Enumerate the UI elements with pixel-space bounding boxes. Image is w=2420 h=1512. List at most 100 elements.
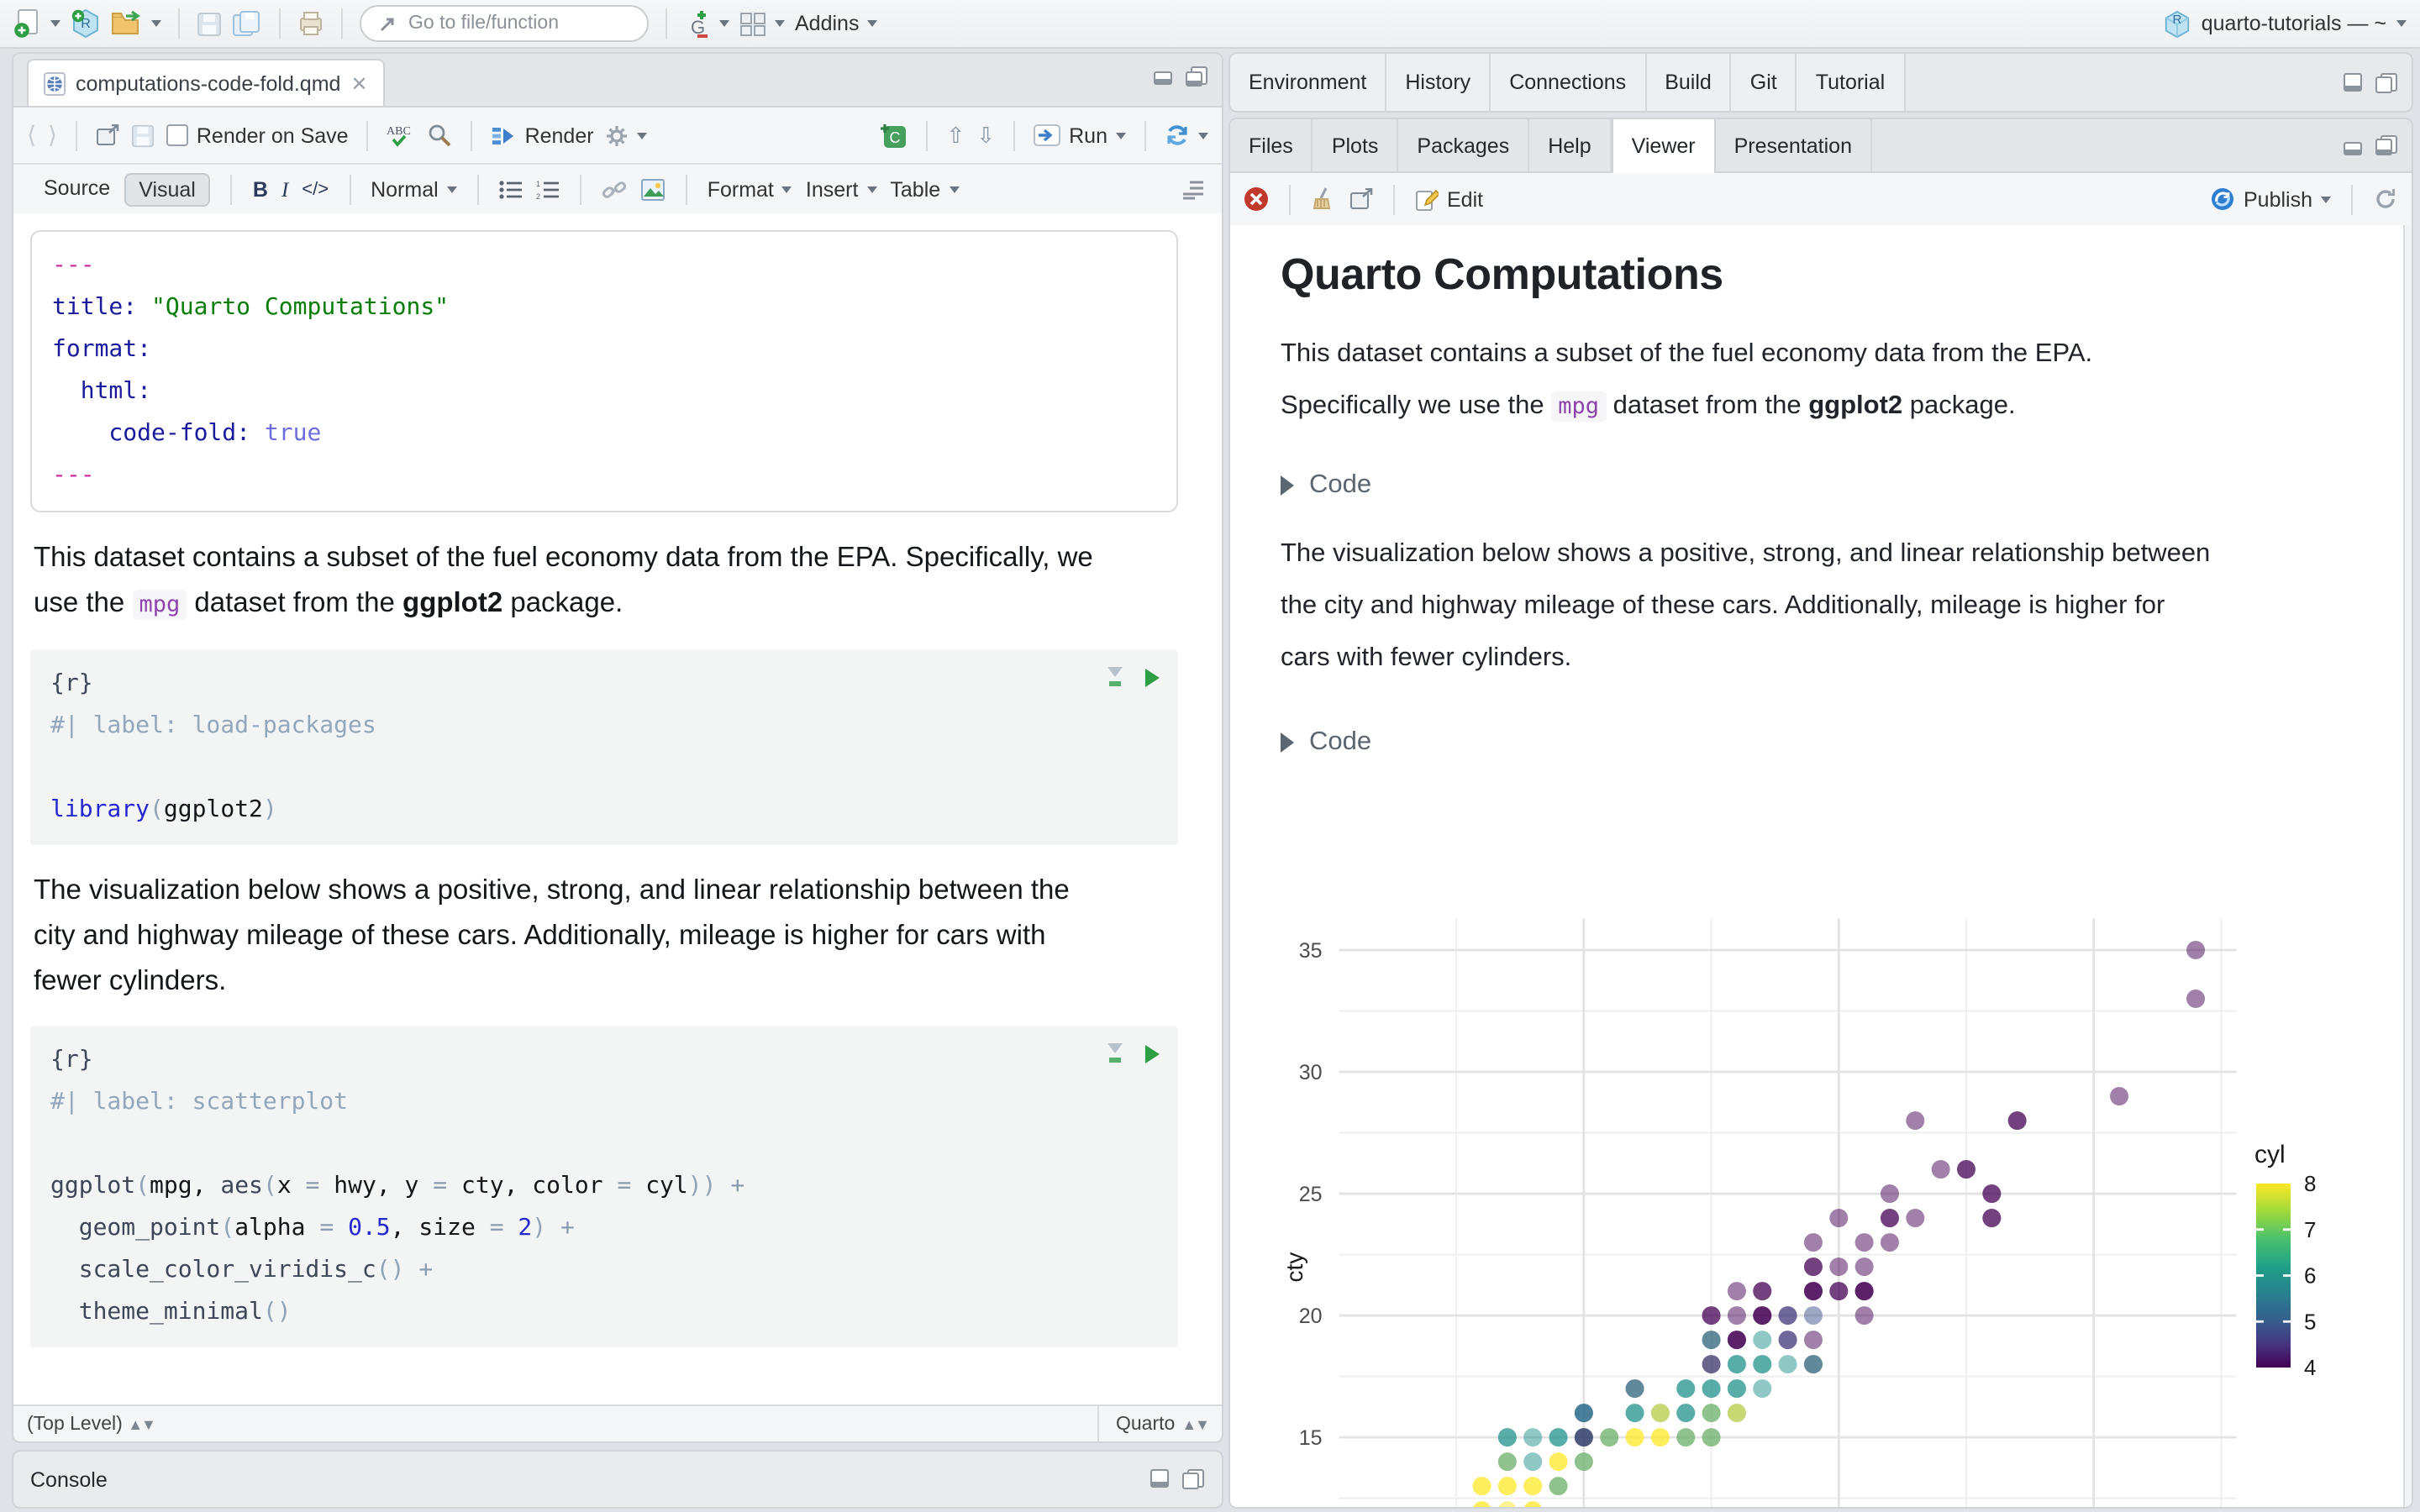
run-chunks-above-icon[interactable] <box>1104 665 1126 689</box>
link-icon[interactable] <box>602 179 627 201</box>
render-label: Render <box>524 123 594 147</box>
source-mode-toggle[interactable]: Source <box>30 173 124 207</box>
minimize-pane-icon[interactable] <box>1150 1468 1171 1488</box>
tab-files[interactable]: Files <box>1230 119 1313 171</box>
goto-file-function-input[interactable]: Go to file/function <box>360 5 649 42</box>
back-icon[interactable]: ⟨ <box>27 121 36 150</box>
viewer-document[interactable]: Quarto Computations This dataset contain… <box>1230 225 2412 1507</box>
tab-tutorial[interactable]: Tutorial <box>1797 54 1906 111</box>
editor-paragraph-2[interactable]: The visualization below shows a positive… <box>34 869 1109 1005</box>
outline-icon[interactable] <box>1180 180 1205 200</box>
goto-arrow-icon <box>380 18 394 32</box>
tab-environment[interactable]: Environment <box>1230 54 1387 111</box>
source-caret[interactable] <box>1198 132 1208 139</box>
editor-content[interactable]: --- title: "Quarto Computations" format:… <box>13 213 1222 1404</box>
pane-layout-caret[interactable] <box>775 20 785 27</box>
save-icon-editor[interactable] <box>131 123 155 147</box>
project-cube-icon: R <box>2165 9 2189 38</box>
addins-button[interactable]: Addins <box>795 12 878 35</box>
edit-button[interactable]: Edit <box>1415 187 1483 211</box>
tab-help[interactable]: Help <box>1529 119 1612 171</box>
numbered-list-icon[interactable]: 12 <box>536 180 560 200</box>
format-menu[interactable]: Format <box>708 178 792 202</box>
visual-mode-toggle[interactable]: Visual <box>124 173 211 207</box>
version-control-caret[interactable] <box>719 20 729 27</box>
language-mode-selector[interactable]: Quarto ▲▼ <box>1097 1406 1210 1441</box>
clear-broom-icon[interactable] <box>1311 186 1336 212</box>
maximize-pane-icon[interactable] <box>1185 66 1208 87</box>
minimize-pane-icon[interactable] <box>2343 135 2365 155</box>
code-chunk-load-packages[interactable]: {r} #| label: load-packages library(ggpl… <box>30 650 1178 845</box>
run-chunk-icon[interactable] <box>1143 666 1161 688</box>
para-style-caret <box>446 186 457 193</box>
save-icon-disabled[interactable] <box>197 11 222 36</box>
popout-icon[interactable] <box>96 124 119 146</box>
tab-connections[interactable]: Connections <box>1491 54 1647 111</box>
new-project-icon: R <box>71 8 98 39</box>
save-all-icon[interactable] <box>232 10 262 37</box>
bold-button[interactable]: B <box>253 178 268 202</box>
publish-button[interactable]: Publish <box>2210 186 2331 212</box>
render-settings-button[interactable] <box>606 123 648 147</box>
find-icon[interactable] <box>428 123 453 148</box>
insert-chunk-icon[interactable]: C <box>880 122 908 149</box>
source-button[interactable] <box>1165 123 1208 148</box>
tab-computations-code-fold[interactable]: computations-code-fold.qmd ✕ <box>27 59 385 106</box>
bullet-list-icon[interactable] <box>499 180 523 200</box>
new-file-button[interactable] <box>13 8 60 39</box>
render-button[interactable]: Render <box>492 123 594 147</box>
table-menu[interactable]: Table <box>890 178 960 202</box>
tab-close-icon[interactable]: ✕ <box>350 71 367 95</box>
project-menu[interactable]: R quarto-tutorials — ~ <box>2163 9 2407 38</box>
tab-build[interactable]: Build <box>1646 54 1732 111</box>
minimize-pane-icon[interactable] <box>2343 72 2365 92</box>
tab-history[interactable]: History <box>1386 54 1491 111</box>
render-on-save-checkbox[interactable]: Render on Save <box>166 123 349 147</box>
insert-menu[interactable]: Insert <box>806 178 877 202</box>
para-style-select[interactable]: Normal <box>371 178 457 202</box>
new-project-button[interactable]: R <box>71 8 101 39</box>
viewer-scrollbar[interactable] <box>2403 225 2412 1507</box>
italic-button[interactable]: I <box>281 177 288 202</box>
tab-packages[interactable]: Packages <box>1398 119 1530 171</box>
image-icon[interactable] <box>640 178 666 202</box>
open-recent-caret[interactable] <box>151 20 161 27</box>
console-title[interactable]: Console <box>30 1467 108 1491</box>
maximize-pane-icon[interactable] <box>2375 134 2398 156</box>
yaml-block[interactable]: --- title: "Quarto Computations" format:… <box>30 230 1178 512</box>
publish-caret[interactable] <box>2321 196 2331 202</box>
run-next-icon[interactable]: ⇩ <box>976 122 995 149</box>
outline-location-selector[interactable]: (Top Level) ▲▼ <box>27 1414 156 1434</box>
maximize-pane-icon[interactable] <box>2375 71 2398 93</box>
code-chunk-scatterplot[interactable]: {r} #| label: scatterplot ggplot(mpg, ae… <box>30 1026 1178 1347</box>
code-button[interactable]: </> <box>302 180 329 200</box>
run-chunk-icon[interactable] <box>1143 1042 1161 1064</box>
tab-git[interactable]: Git <box>1731 54 1797 111</box>
code-fold-toggle-2[interactable]: Code <box>1281 727 2412 758</box>
code-fold-toggle-1[interactable]: Code <box>1281 470 2412 501</box>
tab-presentation[interactable]: Presentation <box>1716 119 1872 171</box>
minimize-pane-icon[interactable] <box>1153 66 1175 86</box>
run-previous-icon[interactable]: ⇧ <box>947 122 965 149</box>
forward-icon[interactable]: ⟩ <box>48 121 57 150</box>
run-caret[interactable] <box>1116 132 1126 139</box>
stop-icon[interactable] <box>1244 186 1269 212</box>
pane-layout-button[interactable] <box>739 11 785 36</box>
insert-label: Insert <box>805 178 859 202</box>
maximize-pane-icon[interactable] <box>1181 1468 1205 1490</box>
run-button[interactable]: Run <box>1034 123 1126 147</box>
editor-paragraph-1[interactable]: This dataset contains a subset of the fu… <box>34 536 1109 628</box>
refresh-icon[interactable] <box>2373 186 2398 212</box>
spellcheck-icon[interactable]: ABC <box>387 122 416 149</box>
run-chunks-above-icon[interactable] <box>1104 1042 1126 1065</box>
svg-text:25: 25 <box>1299 1183 1323 1206</box>
tab-plots[interactable]: Plots <box>1313 119 1399 171</box>
tab-viewer[interactable]: Viewer <box>1611 119 1716 173</box>
version-control-button[interactable]: G <box>684 9 729 38</box>
popout-icon[interactable] <box>1349 188 1373 210</box>
print-icon[interactable] <box>297 10 324 37</box>
checkbox-box[interactable] <box>166 124 188 146</box>
open-file-button[interactable] <box>111 10 161 37</box>
new-file-caret[interactable] <box>50 20 60 27</box>
publish-label: Publish <box>2244 187 2312 211</box>
